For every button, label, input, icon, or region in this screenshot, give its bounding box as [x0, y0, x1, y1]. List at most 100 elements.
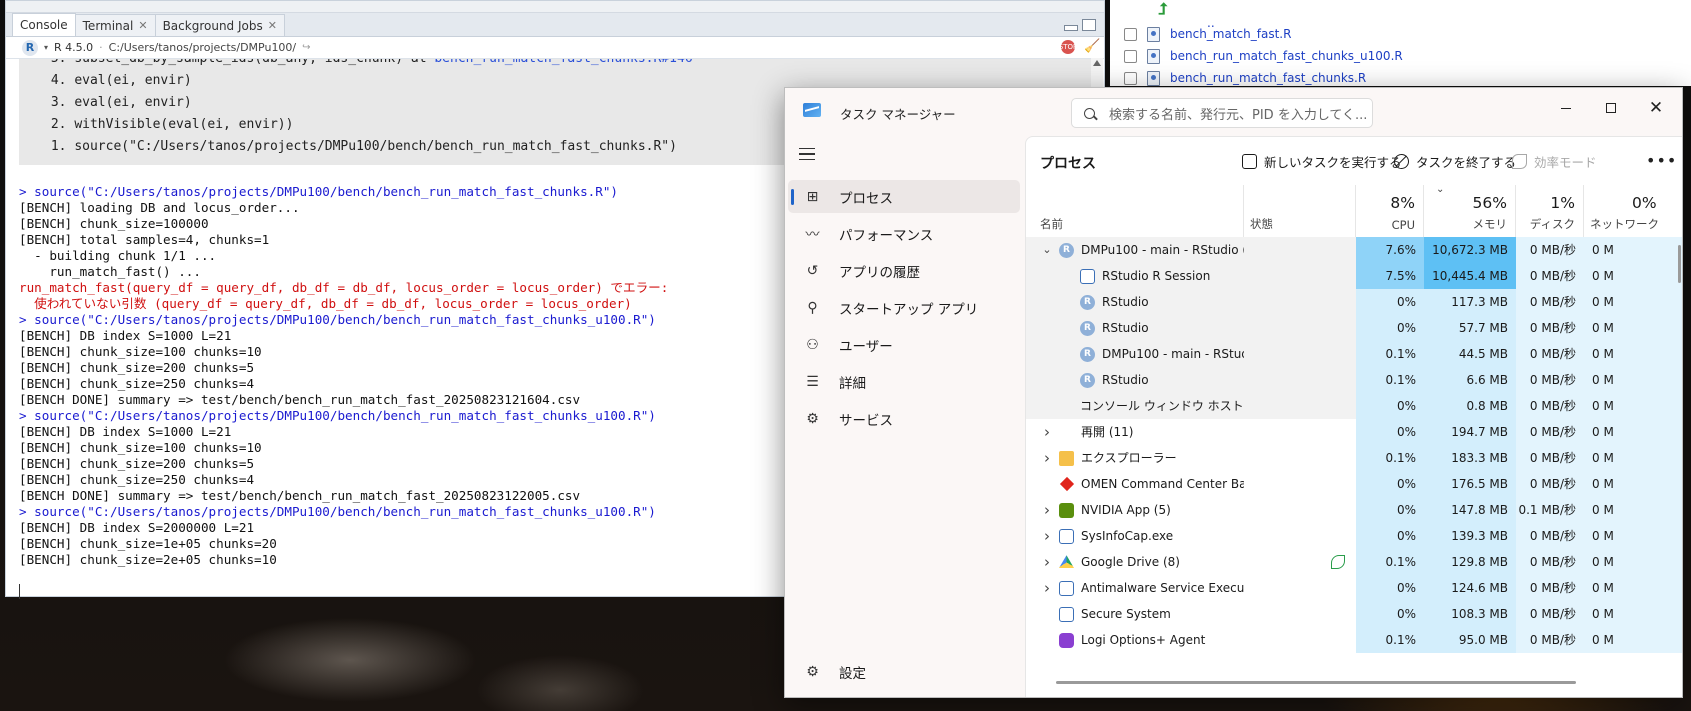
process-name: Google Drive (8) — [1059, 549, 1180, 575]
chevron-right-icon[interactable]: › — [1040, 523, 1054, 549]
column-header-cpu[interactable]: 8% CPU — [1356, 185, 1424, 237]
process-cpu-cell: 0.1% — [1356, 627, 1424, 653]
close-icon[interactable]: ✕ — [138, 19, 147, 32]
vertical-scrollbar-thumb[interactable] — [1678, 245, 1681, 283]
hamburger-menu-icon[interactable] — [799, 148, 815, 160]
column-header-status[interactable]: 状態 — [1244, 185, 1356, 237]
chevron-down-icon[interactable]: ▾ — [44, 43, 48, 52]
minimize-pane-button[interactable] — [1064, 25, 1078, 31]
column-header-memory[interactable]: ⌄ 56% メモリ — [1424, 184, 1516, 237]
sidebar-item-performance[interactable]: 〰 パフォーマンス — [788, 217, 1020, 250]
r-logo-icon[interactable]: R — [22, 39, 38, 56]
run-new-task-button[interactable]: 新しいタスクを実行する — [1242, 151, 1402, 171]
sidebar-nav: ⊞ プロセス〰 パフォーマンス ↺ アプリの履歴 ⚲ スタートアップ アプリ ⚇ ユーザー ☰ 詳細… — [785, 136, 1025, 697]
tab-background-jobs[interactable]: Background Jobs ✕ — [154, 14, 285, 36]
process-row[interactable]: › Antimalware Service Executable 0%124.6 M… — [1026, 575, 1682, 601]
process-cpu-cell: 0.1% — [1356, 445, 1424, 471]
minimize-button[interactable] — [1545, 94, 1587, 122]
sidebar-item-processes[interactable]: ⊞ プロセス — [788, 180, 1020, 213]
chevron-down-icon[interactable]: ⌄ — [1040, 237, 1054, 263]
process-disk-cell: 0 MB/秒 — [1516, 523, 1584, 549]
file-link[interactable]: bench_match_fast.R — [1170, 27, 1291, 41]
process-row[interactable]: › エクスプローラー 0.1% 183.3 MB 0 MB/秒 0 M — [1026, 445, 1682, 471]
r-app-icon: R — [1080, 294, 1095, 310]
process-row[interactable]: ⌄ R DMPu100 - main - RStudio (6) 7.6% 10,672… — [1026, 237, 1682, 263]
process-status-cell — [1244, 419, 1356, 445]
column-header-network[interactable]: 0% ネットワーク — [1584, 185, 1682, 237]
up-arrow-icon: ⮥ — [1158, 0, 1168, 18]
file-row[interactable]: bench_run_match_fast_chunks.R — [1124, 67, 1366, 89]
horizontal-scrollbar[interactable] — [1026, 677, 1682, 687]
process-row[interactable]: › 再開 (11) 0% 194.7 MB 0 MB/秒 0 M — [1026, 419, 1682, 445]
maximize-pane-button[interactable] — [1082, 19, 1096, 31]
scroll-up-icon[interactable] — [1093, 60, 1101, 66]
file-row[interactable]: bench_run_match_fast_chunks_u100.R — [1124, 45, 1403, 67]
nvidia-icon — [1059, 502, 1074, 518]
file-row[interactable]: bench_match_fast.R — [1124, 23, 1291, 45]
more-options-icon[interactable]: ••• — [1646, 151, 1677, 170]
process-name: R RStudio — [1080, 289, 1149, 315]
parent-directory-row[interactable]: ⮥ — [1158, 0, 1167, 20]
sidebar-item-users[interactable]: ⚇ ユーザー — [788, 328, 1020, 361]
chevron-right-icon[interactable]: › — [1040, 497, 1054, 523]
column-percent: 56% — [1472, 194, 1507, 212]
maximize-button[interactable] — [1590, 94, 1632, 122]
close-button[interactable]: ✕ — [1635, 94, 1677, 122]
close-icon[interactable]: ✕ — [268, 19, 277, 32]
sidebar-item-app-history[interactable]: ↺ アプリの履歴 — [788, 254, 1020, 287]
broom-icon[interactable]: 🧹 — [1084, 39, 1100, 54]
tab-console[interactable]: Console — [12, 13, 76, 36]
parent-directory-link[interactable]: .. — [1207, 2, 1215, 30]
sidebar-item-services[interactable]: ⚙ サービス — [788, 402, 1020, 435]
process-row[interactable]: › Google Drive (8) 0.1% 129.8 MB 0 MB/秒 0 M — [1026, 549, 1682, 575]
process-name-cell: R RStudio — [1026, 289, 1244, 315]
file-link[interactable]: bench_run_match_fast_chunks_u100.R — [1170, 49, 1403, 63]
go-to-directory-icon[interactable]: ↪ — [302, 42, 310, 53]
process-row[interactable]: Logi Options+ Agent 0.1% 95.0 MB 0 MB/秒 0 M — [1026, 627, 1682, 653]
sidebar-item-startup-apps[interactable]: ⚲ スタートアップ アプリ — [788, 291, 1020, 324]
process-row[interactable]: R DMPu100 - main - RStudio 0.1% 44.5 MB 0 MB… — [1026, 341, 1682, 367]
process-row[interactable]: R RStudio 0.1% 6.6 MB 0 MB/秒 0 M — [1026, 367, 1682, 393]
process-memory-cell: 124.6 MB — [1424, 575, 1516, 601]
performance-icon: 〰 — [805, 226, 820, 243]
file-checkbox[interactable] — [1124, 27, 1137, 41]
process-row[interactable]: RStudio R Session 7.5% 10,445.4 MB 0 MB/秒 0 … — [1026, 263, 1682, 289]
working-directory[interactable]: C:/Users/tanos/projects/DMPu100/ — [109, 41, 296, 54]
file-checkbox[interactable] — [1124, 71, 1137, 85]
search-input[interactable]: 検索する名前、発行元、PID を入力してく... — [1071, 98, 1373, 128]
chevron-right-icon[interactable]: › — [1040, 419, 1054, 445]
column-header-disk[interactable]: 1% ディスク — [1516, 185, 1584, 237]
column-header-name[interactable]: 名前 — [1026, 185, 1244, 237]
process-disk-cell: 0 MB/秒 — [1516, 445, 1584, 471]
file-checkbox[interactable] — [1124, 49, 1137, 63]
process-network-cell: 0 M — [1584, 263, 1682, 289]
console-caret[interactable] — [19, 584, 20, 599]
tab-terminal[interactable]: Terminal ✕ — [74, 14, 156, 36]
sidebar-item-details[interactable]: ☰ 詳細 — [788, 365, 1020, 398]
process-disk-cell: 0 MB/秒 — [1516, 471, 1584, 497]
process-row[interactable]: › SysInfoCap.exe 0% 139.3 MB 0 MB/秒 0 M — [1026, 523, 1682, 549]
traceback-frame[interactable]: 5. subset_db_by_sample_ids(db_any, ids_c… — [43, 59, 1101, 70]
chevron-right-icon[interactable]: › — [1040, 575, 1054, 601]
process-row[interactable]: C:コンソール ウィンドウ ホスト 0%0.8 MB0 MB/秒0 M — [1026, 393, 1682, 419]
chevron-right-icon[interactable]: › — [1040, 549, 1054, 575]
process-row[interactable]: R RStudio 0% 117.3 MB 0 MB/秒 0 M — [1026, 289, 1682, 315]
process-row[interactable]: Secure System 0% 108.3 MB 0 MB/秒 0 M — [1026, 601, 1682, 627]
process-status-cell — [1244, 393, 1356, 419]
frame-source-link[interactable]: bench_run_match_fast_chunks.R#146 — [434, 59, 692, 66]
column-label: ディスク — [1529, 217, 1575, 231]
file-link[interactable]: bench_run_match_fast_chunks.R — [1170, 71, 1366, 85]
process-row[interactable]: OMEN Command Center Back...0%176.5 MB0 M… — [1026, 471, 1682, 497]
process-row[interactable]: › NVIDIA App (5) 0% 147.8 MB 0.1 MB/秒 0 M — [1026, 497, 1682, 523]
title-bar[interactable]: タスク マネージャー 検索する名前、発行元、PID を入力してく... ✕ — [785, 88, 1682, 136]
process-row[interactable]: R RStudio 0% 57.7 MB 0 MB/秒 0 M — [1026, 315, 1682, 341]
efficiency-mode-button[interactable]: 効率モード — [1512, 151, 1597, 171]
horizontal-scrollbar-thumb[interactable] — [1056, 681, 1576, 684]
run-new-task-icon — [1242, 153, 1257, 169]
stop-icon[interactable]: STOP — [1059, 40, 1077, 54]
sidebar-item-settings[interactable]: ⚙ 設定 — [788, 655, 1020, 688]
chevron-right-icon[interactable]: › — [1040, 445, 1054, 471]
end-task-button[interactable]: タスクを終了する — [1394, 151, 1516, 171]
process-network-cell: 0 M — [1584, 497, 1682, 523]
page-title: プロセス — [1040, 156, 1096, 172]
